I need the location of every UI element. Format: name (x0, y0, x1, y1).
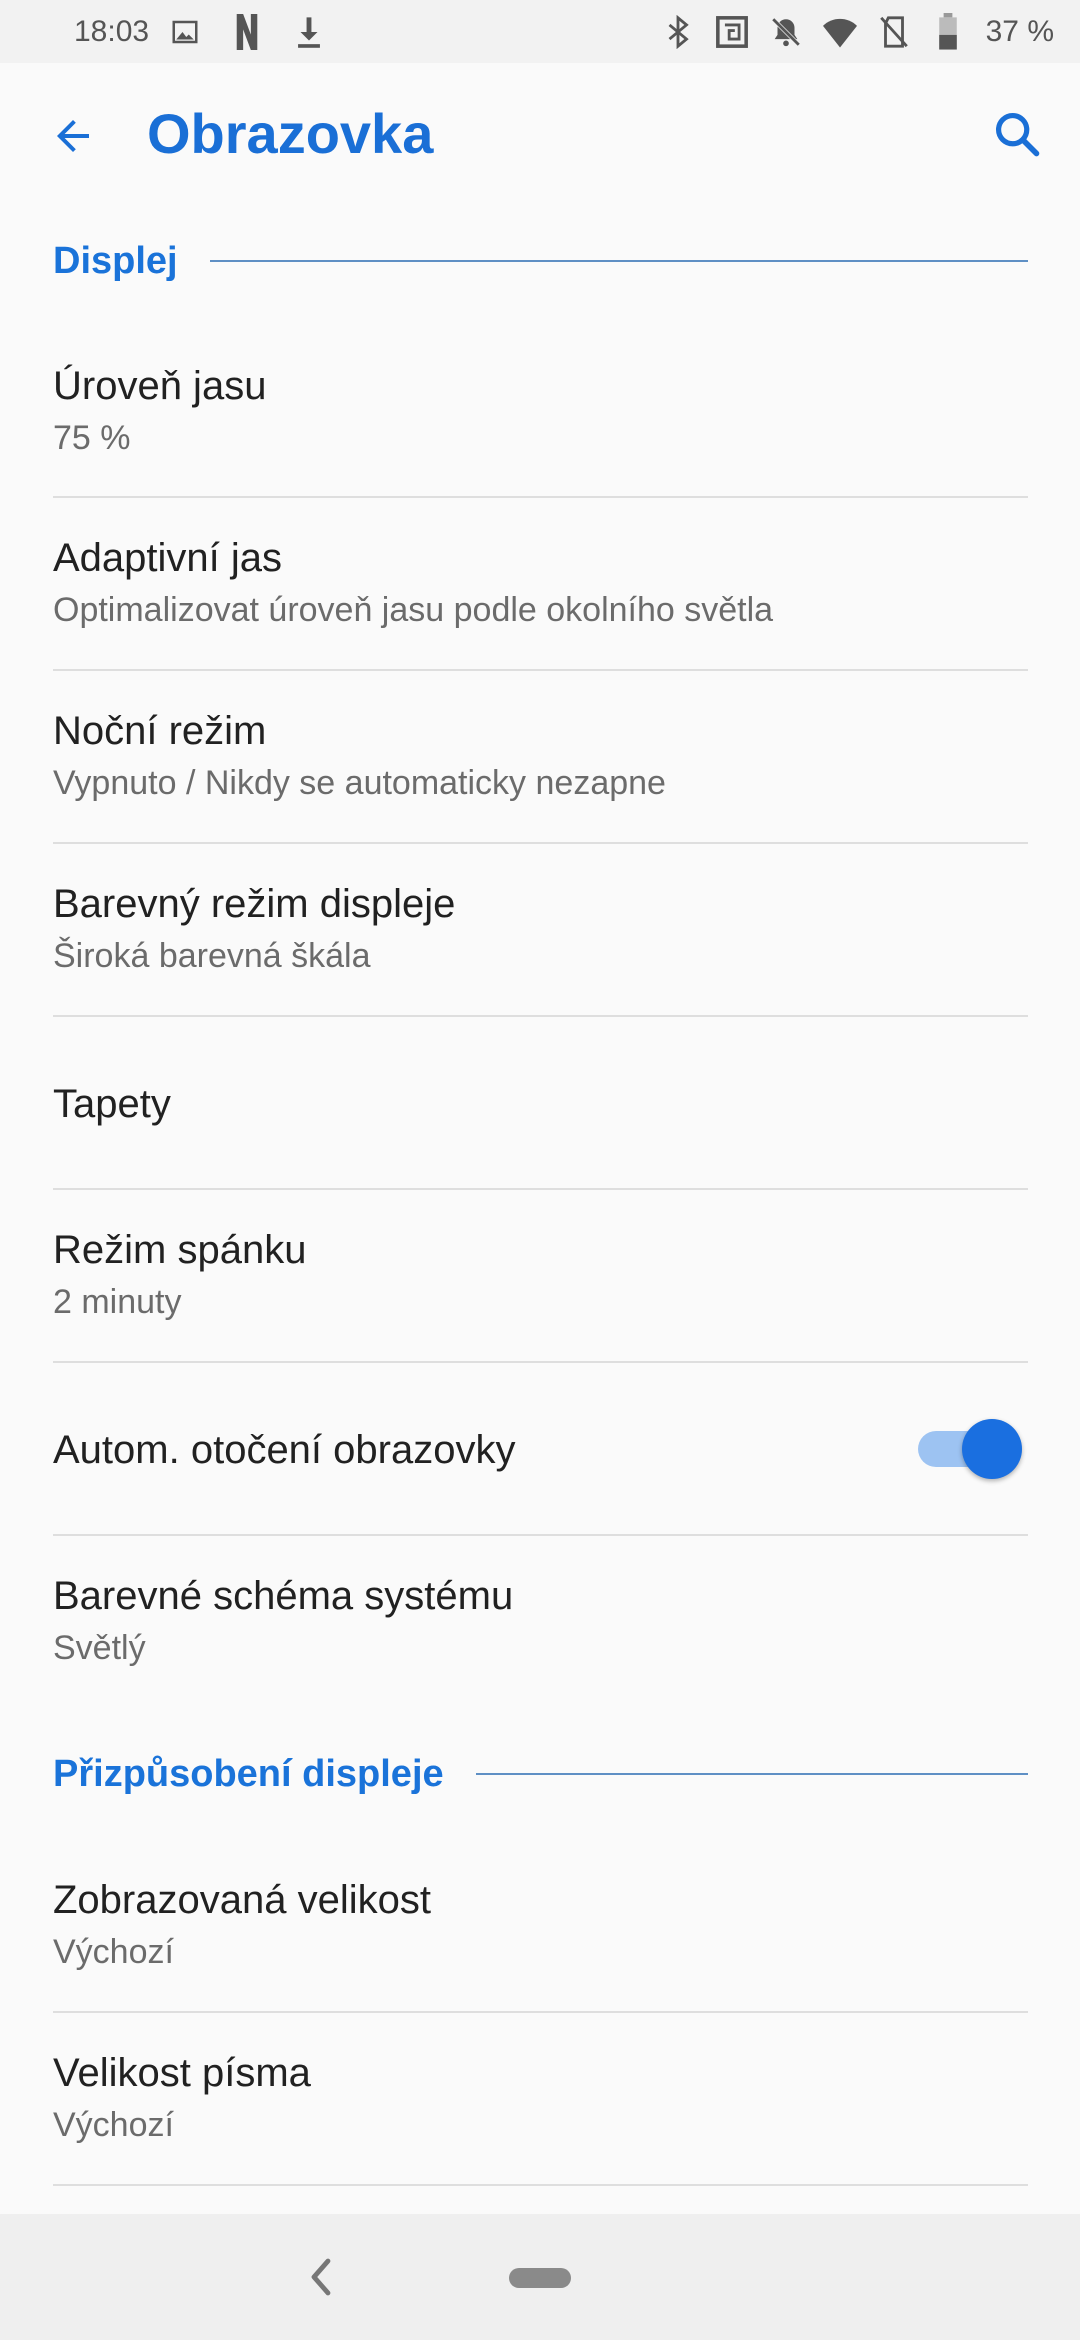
nav-back-button[interactable] (295, 2252, 345, 2302)
system-icons: 37 % (658, 10, 1054, 54)
divider (53, 2184, 1028, 2186)
setting-title: Noční režim (53, 709, 267, 753)
search-button[interactable] (982, 99, 1052, 169)
bluetooth-icon (658, 10, 698, 54)
setting-item-night-mode[interactable]: Noční režim Vypnuto / Nikdy se automatic… (53, 707, 1028, 805)
setting-summary: 2 minuty (53, 1283, 182, 1321)
setting-summary: Světlý (53, 1629, 146, 1667)
auto-rotate-toggle[interactable] (914, 1419, 1022, 1479)
nav-back-icon (311, 2258, 331, 2296)
download-icon (289, 10, 329, 54)
setting-title: Barevné schéma systému (53, 1574, 514, 1618)
setting-item-brightness-level[interactable]: Úroveň jasu 75 % (53, 362, 1028, 460)
section-divider-line (209, 260, 1028, 262)
status-bar: 18:03 37 % (0, 0, 1080, 63)
back-button[interactable] (38, 101, 108, 171)
setting-item-adaptive-brightness[interactable]: Adaptivní jas Optimalizovat úroveň jasu … (53, 534, 1028, 632)
setting-item-system-color-scheme[interactable]: Barevné schéma systému Světlý (53, 1572, 1028, 1670)
settings-screen: 18:03 37 % Obrazovka Displej Úroveň jasu… (0, 0, 1080, 2340)
setting-item-sleep-mode[interactable]: Režim spánku 2 minuty (53, 1226, 1028, 1324)
divider (53, 1361, 1028, 1363)
setting-item-wallpapers[interactable]: Tapety (53, 1080, 1028, 1128)
navigation-bar (0, 2214, 1080, 2340)
nfc-icon (712, 10, 752, 54)
setting-title: Velikost písma (53, 2051, 311, 2095)
arrow-back-icon (57, 120, 89, 152)
section-divider-line (475, 1773, 1028, 1775)
mute-icon (766, 10, 806, 54)
divider (53, 1534, 1028, 1536)
netflix-icon (227, 10, 267, 54)
setting-title: Autom. otočení obrazovky (53, 1428, 516, 1472)
setting-summary: Výchozí (53, 1933, 174, 1971)
section-title: Displej (53, 239, 178, 282)
setting-summary: Výchozí (53, 2106, 174, 2144)
setting-title: Tapety (53, 1082, 171, 1126)
setting-title: Úroveň jasu (53, 364, 267, 408)
setting-item-display-color-mode[interactable]: Barevný režim displeje Široká barevná šk… (53, 880, 1028, 978)
app-bar: Obrazovka (0, 63, 1080, 203)
divider (53, 496, 1028, 498)
setting-item-display-size[interactable]: Zobrazovaná velikost Výchozí (53, 1876, 1028, 1974)
battery-icon (928, 10, 968, 54)
no-sim-icon (874, 10, 914, 54)
image-icon (165, 10, 205, 54)
divider (53, 669, 1028, 671)
divider (53, 2011, 1028, 2013)
battery-percent: 37 % (985, 15, 1054, 48)
setting-title: Zobrazovaná velikost (53, 1878, 431, 1922)
section-title: Přizpůsobení displeje (53, 1752, 444, 1795)
setting-summary: Široká barevná škála (53, 937, 371, 975)
wifi-icon (820, 10, 860, 54)
toggle-thumb (962, 1419, 1022, 1479)
setting-summary: Vypnuto / Nikdy se automaticky nezapne (53, 764, 666, 802)
status-time: 18:03 (74, 15, 150, 48)
setting-title: Adaptivní jas (53, 536, 283, 580)
nav-home-pill-icon[interactable] (509, 2268, 571, 2288)
section-header-display-customization: Přizpůsobení displeje (53, 1744, 1028, 1804)
search-icon (995, 112, 1040, 157)
setting-summary: Optimalizovat úroveň jasu podle okolního… (53, 591, 774, 629)
setting-item-auto-rotate[interactable]: Autom. otočení obrazovky (53, 1426, 1028, 1474)
setting-summary: 75 % (53, 419, 131, 457)
page-title: Obrazovka (147, 102, 434, 165)
section-header-displej: Displej (53, 231, 1028, 291)
divider (53, 842, 1028, 844)
divider (53, 1188, 1028, 1190)
divider (53, 1015, 1028, 1017)
notification-icons (165, 10, 329, 54)
setting-item-font-size[interactable]: Velikost písma Výchozí (53, 2049, 1028, 2147)
setting-title: Barevný režim displeje (53, 882, 456, 926)
setting-title: Režim spánku (53, 1228, 307, 1272)
